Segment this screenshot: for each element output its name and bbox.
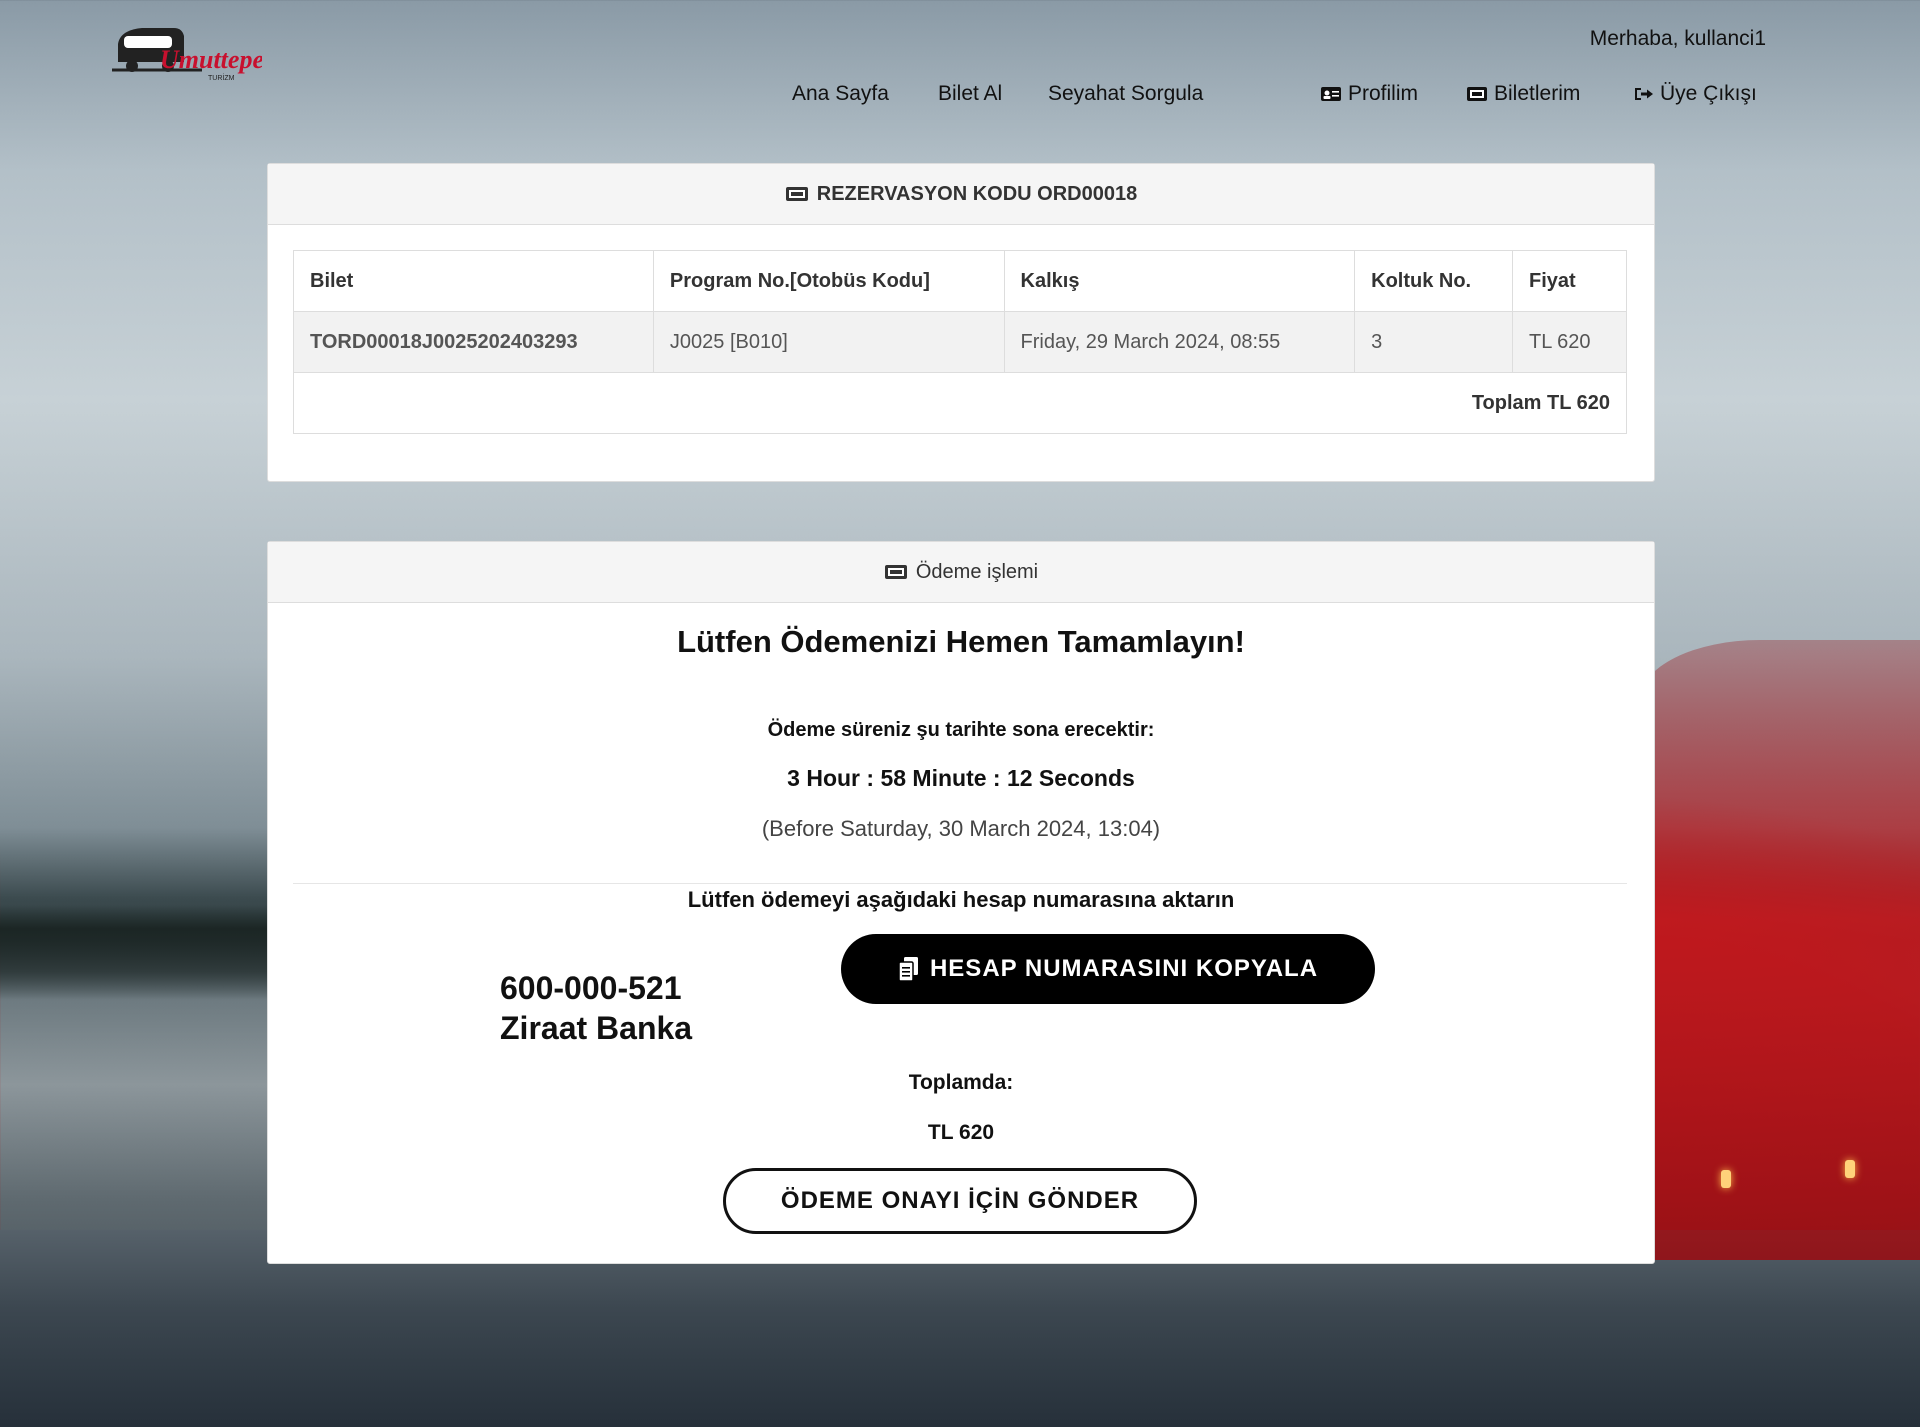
- nav-profile-label: Profilim: [1348, 82, 1419, 105]
- countdown-timer: 3 Hour : 58 Minute : 12 Seconds: [787, 765, 1135, 791]
- ticket-icon: [884, 565, 907, 579]
- copy-icon: [898, 957, 918, 982]
- ticket-code: TORD00018J0025202403293: [293, 311, 654, 373]
- nav-my-tickets-label: Biletlerim: [1494, 82, 1581, 105]
- total-row: Toplam TL 620: [293, 372, 1627, 434]
- reservation-total: Toplam TL 620: [293, 372, 1627, 434]
- logo-text: Umuttepe: [160, 45, 262, 74]
- send-confirmation-button[interactable]: ÖDEME ONAYI İÇİN GÖNDER: [723, 1168, 1197, 1234]
- ticket-icon: [1467, 87, 1487, 101]
- ticket-price: TL 620: [1512, 311, 1627, 373]
- nav-trip-query-label: Seyahat Sorgula: [1048, 82, 1204, 105]
- user-greeting: Merhaba, kullanci1: [1589, 27, 1766, 50]
- bank-name: Ziraat Banka: [500, 1010, 693, 1046]
- payment-header-label: Ödeme işlemi: [915, 560, 1039, 583]
- column-header: Kalkış: [1003, 250, 1356, 312]
- payment-header: Ödeme işlemi: [268, 542, 1654, 603]
- nav-logout[interactable]: Üye Çıkışı: [1632, 82, 1757, 106]
- reservation-card: REZERVASYON KODU ORD00018 Bilet Program …: [267, 163, 1655, 482]
- total-label: Toplamda:: [908, 1071, 1014, 1094]
- main-nav: Ana Sayfa Bilet Al Seyahat Sorgula Profi…: [0, 82, 1920, 112]
- transfer-label: Lütfen ödemeyi aşağıdaki hesap numarasın…: [687, 887, 1235, 912]
- table-header-row: Bilet Program No.[Otobüs Kodu] Kalkış Ko…: [293, 250, 1627, 312]
- column-header: Fiyat: [1512, 250, 1627, 312]
- nav-trip-query[interactable]: Seyahat Sorgula: [1048, 82, 1203, 106]
- nav-home[interactable]: Ana Sayfa: [792, 82, 889, 106]
- bus-logo-icon: Umuttepe TURİZM: [112, 28, 264, 82]
- logo-subtext: TURİZM: [208, 73, 235, 82]
- deadline-label: Ödeme süreniz şu tarihte sona erecektir:: [767, 719, 1155, 741]
- sign-out-icon: [1635, 88, 1653, 100]
- account-number: 600-000-521: [500, 970, 682, 1006]
- nav-profile[interactable]: Profilim: [1320, 82, 1418, 106]
- background-bus: [1640, 640, 1920, 1260]
- tickets-table: Bilet Program No.[Otobüs Kodu] Kalkış Ko…: [293, 250, 1627, 434]
- copy-account-button[interactable]: HESAP NUMARASINI KOPYALA: [841, 934, 1375, 1004]
- nav-logout-label: Üye Çıkışı: [1660, 82, 1757, 105]
- divider: [293, 883, 1627, 884]
- nav-my-tickets[interactable]: Biletlerim: [1466, 82, 1580, 106]
- nav-home-label: Ana Sayfa: [792, 82, 889, 105]
- payment-card: Ödeme işlemi Lütfen Ödemenizi Hemen Tama…: [267, 541, 1655, 1264]
- reservation-code: REZERVASYON KODU ORD00018: [816, 182, 1138, 205]
- bus-light-right: [1845, 1160, 1855, 1178]
- id-card-icon: [1321, 87, 1341, 101]
- copy-account-label: HESAP NUMARASINI KOPYALA: [929, 955, 1319, 982]
- bus-light-left: [1721, 1170, 1731, 1188]
- ticket-icon: [785, 187, 808, 201]
- nav-buy-ticket-label: Bilet Al: [938, 82, 1003, 105]
- payment-title: Lütfen Ödemenizi Hemen Tamamlayın!: [677, 624, 1245, 659]
- deadline-date: (Before Saturday, 30 March 2024, 13:04): [761, 816, 1161, 841]
- total-amount: TL 620: [927, 1121, 995, 1144]
- departure-time: Friday, 29 March 2024, 08:55: [1003, 311, 1356, 373]
- seat-number: 3: [1354, 311, 1514, 373]
- table-row: TORD00018J0025202403293 J0025 [B010] Fri…: [293, 311, 1627, 373]
- column-header: Bilet: [293, 250, 654, 312]
- brand-logo[interactable]: Umuttepe TURİZM: [112, 22, 264, 84]
- nav-buy-ticket[interactable]: Bilet Al: [938, 82, 1002, 106]
- column-header: Program No.[Otobüs Kodu]: [652, 250, 1005, 312]
- bank-account: 600-000-521 Ziraat Banka: [500, 968, 692, 1048]
- reservation-header: REZERVASYON KODU ORD00018: [268, 164, 1654, 225]
- program-code: J0025 [B010]: [652, 311, 1005, 373]
- column-header: Koltuk No.: [1354, 250, 1514, 312]
